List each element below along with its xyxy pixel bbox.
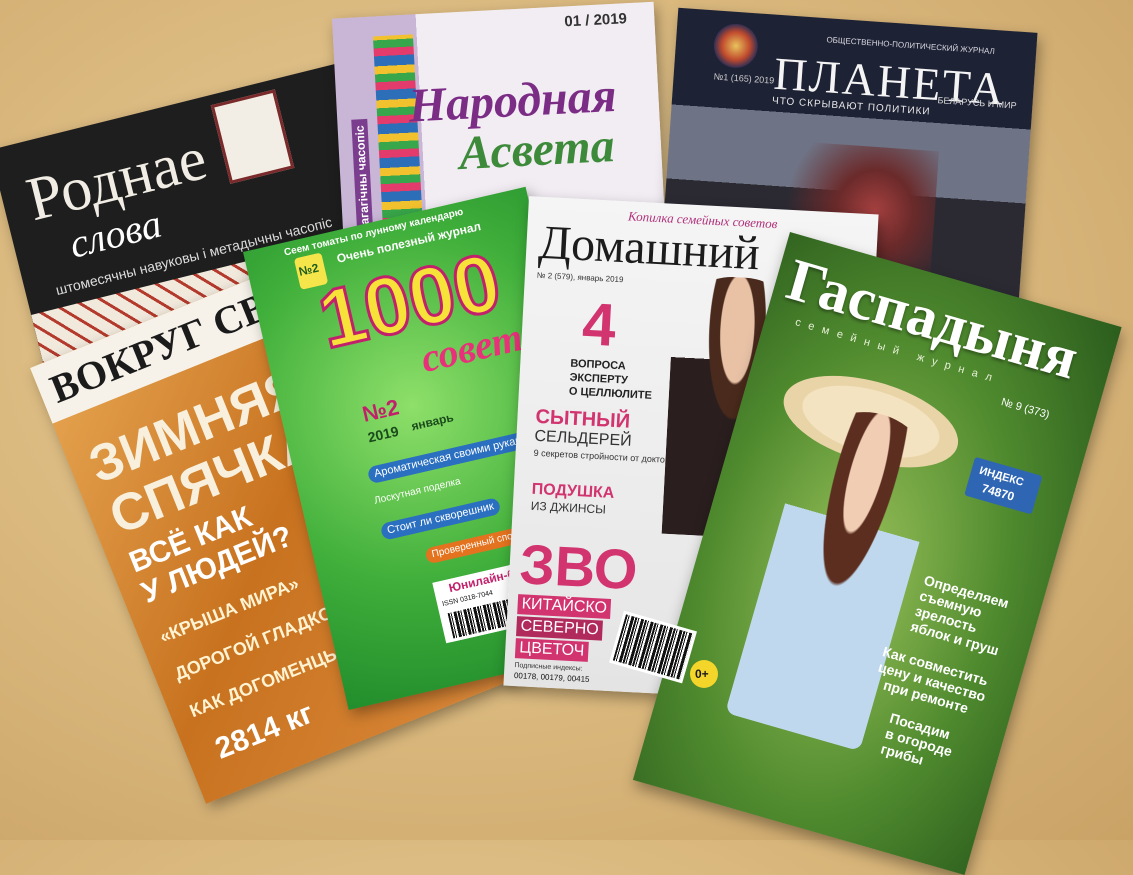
- book-stack: [372, 34, 424, 237]
- gaspadynya-age-text: 0+: [695, 667, 709, 681]
- sovetov-item-2: Лоскутная поделка: [373, 476, 462, 507]
- sovetov-year: 2019: [366, 422, 401, 446]
- domashniy-lead-2: эксперту: [569, 371, 629, 387]
- gaspadynya-age-badge: 0+: [690, 660, 718, 688]
- domashniy-indexes: 00178, 00179, 00415: [513, 671, 590, 684]
- domashniy-h2-sub: из джинсы: [530, 498, 607, 517]
- domashniy-big-word: Зво: [518, 532, 639, 602]
- gaspadynya-index-box: [964, 456, 1043, 515]
- ornament-letter-e: [210, 89, 295, 184]
- domashniy-lead-3: о целлюлите: [568, 385, 653, 402]
- domashniy-w1: Китайско: [517, 594, 612, 620]
- planeta-issue: №1 (165) 2019: [713, 71, 775, 86]
- domashniy-w2: Северно: [516, 616, 604, 641]
- domashniy-lead-1: вопроса: [570, 357, 627, 373]
- domashniy-h1b: сельдерей: [534, 427, 633, 450]
- domashniy-big-num: 4: [580, 290, 618, 359]
- sovetov-issue: №2: [359, 394, 402, 427]
- domashniy-title: Домашний: [537, 215, 761, 281]
- gaspadynya-issue: № 9 (373): [999, 396, 1051, 422]
- asveta-issue: 01 / 2019: [563, 10, 628, 31]
- planet-emblem: [712, 22, 760, 70]
- domashniy-w3: Цветоч: [514, 638, 589, 662]
- domashniy-issue: № 2 (579), январь 2019: [536, 270, 624, 285]
- asveta-title-2: Асвета: [457, 119, 616, 181]
- vokrug-record: 2814 кг: [210, 696, 319, 766]
- sovetov-month: январь: [410, 410, 455, 434]
